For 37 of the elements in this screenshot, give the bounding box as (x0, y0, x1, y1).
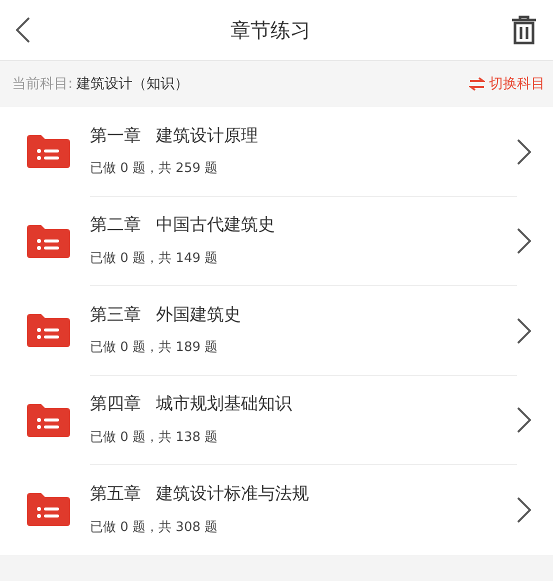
chevron-right-icon (517, 138, 531, 165)
chapter-item[interactable]: 第二章 中国古代建筑史 已做 0 题，共 149 题 (0, 196, 553, 286)
folder-list-icon (27, 493, 70, 526)
chapter-number: 第三章 (90, 304, 141, 327)
progress-text: 已做 0 题，共 308 题 (90, 518, 218, 537)
chapter-title: 建筑设计原理 (156, 124, 258, 148)
back-icon[interactable] (16, 17, 30, 43)
folder-list-icon (27, 314, 70, 348)
subject-label: 当前科目: (12, 74, 73, 94)
progress-text: 已做 0 题，共 259 题 (90, 160, 218, 178)
chapter-number: 第四章 (90, 393, 141, 416)
progress-text: 已做 0 题，共 189 题 (90, 339, 218, 358)
chapter-title: 城市规划基础知识 (156, 393, 292, 416)
chapter-title: 中国古代建筑史 (156, 214, 275, 238)
switch-subject-button[interactable]: 切换科目 (469, 74, 545, 94)
swap-icon (469, 77, 485, 91)
chapter-number: 第二章 (90, 214, 141, 238)
chapter-item[interactable]: 第四章 城市规划基础知识 已做 0 题，共 138 题 (0, 376, 553, 465)
chapter-title: 建筑设计标准与法规 (156, 483, 309, 506)
chapter-item[interactable]: 第五章 建筑设计标准与法规 已做 0 题，共 308 题 (0, 465, 553, 554)
chapter-title: 外国建筑史 (156, 304, 241, 327)
chapter-item[interactable]: 第三章 外国建筑史 已做 0 题，共 189 题 (0, 286, 553, 376)
chapter-number: 第五章 (90, 483, 141, 506)
chevron-right-icon (517, 496, 531, 523)
subject-name: 建筑设计（知识） (76, 74, 189, 94)
chevron-right-icon (517, 228, 531, 254)
chevron-right-icon (517, 407, 531, 434)
trash-icon[interactable] (511, 15, 537, 45)
chevron-right-icon (517, 318, 531, 344)
chapter-number: 第一章 (90, 124, 141, 148)
folder-list-icon (27, 135, 70, 168)
progress-text: 已做 0 题，共 149 题 (90, 250, 218, 268)
chapter-item[interactable]: 第一章 建筑设计原理 已做 0 题，共 259 题 (0, 107, 553, 196)
page-title: 章节练习 (230, 17, 310, 44)
folder-list-icon (27, 404, 70, 437)
folder-list-icon (27, 224, 70, 258)
progress-text: 已做 0 题，共 138 题 (90, 428, 218, 447)
